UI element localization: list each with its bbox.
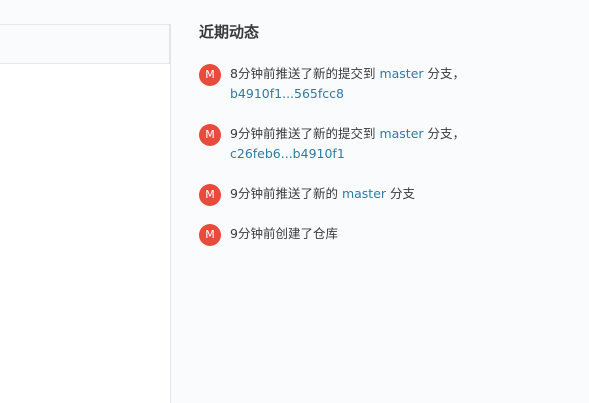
activity-text: 9分钟前推送了新的提交到 master 分支， c26feb6...b4910f1 (230, 124, 465, 164)
commit-range-link[interactable]: c26feb6...b4910f1 (230, 146, 345, 161)
activity-middle: 分支， (423, 66, 466, 81)
user-avatar[interactable]: M (199, 224, 221, 246)
activity-item: M 9分钟前推送了新的 master 分支 (199, 184, 469, 206)
branch-link[interactable]: master (342, 186, 386, 201)
activity-text: 9分钟前推送了新的 master 分支 (230, 184, 465, 204)
recent-activity-section: 近期动态 M 8分钟前推送了新的提交到 master 分支， b4910f1...… (199, 22, 479, 246)
activity-prefix: 8分钟前推送了新的提交到 (230, 66, 380, 81)
recent-activity-title: 近期动态 (199, 23, 260, 41)
commit-range-link[interactable]: b4910f1...565fcc8 (230, 86, 344, 101)
activity-text: 9分钟前创建了仓库 (230, 226, 338, 241)
user-avatar[interactable]: M (199, 124, 221, 146)
activity-item: M 9分钟前推送了新的提交到 master 分支， c26feb6...b4910… (199, 124, 469, 164)
left-content-panel (0, 24, 171, 403)
activity-text: 8分钟前推送了新的提交到 master 分支， b4910f1...565fcc8 (230, 64, 465, 104)
branch-link[interactable]: master (379, 66, 423, 81)
activity-item: M 9分钟前创建了仓库 (199, 224, 469, 246)
left-panel-header (0, 24, 170, 64)
activity-suffix: 分支 (386, 186, 416, 201)
activity-middle: 分支， (423, 126, 466, 141)
activity-prefix: 9分钟前推送了新的 (230, 186, 342, 201)
activity-prefix: 9分钟前推送了新的提交到 (230, 126, 380, 141)
user-avatar[interactable]: M (199, 64, 221, 86)
branch-link[interactable]: master (379, 126, 423, 141)
activity-item: M 8分钟前推送了新的提交到 master 分支， b4910f1...565fc… (199, 64, 469, 104)
user-avatar[interactable]: M (199, 184, 221, 206)
